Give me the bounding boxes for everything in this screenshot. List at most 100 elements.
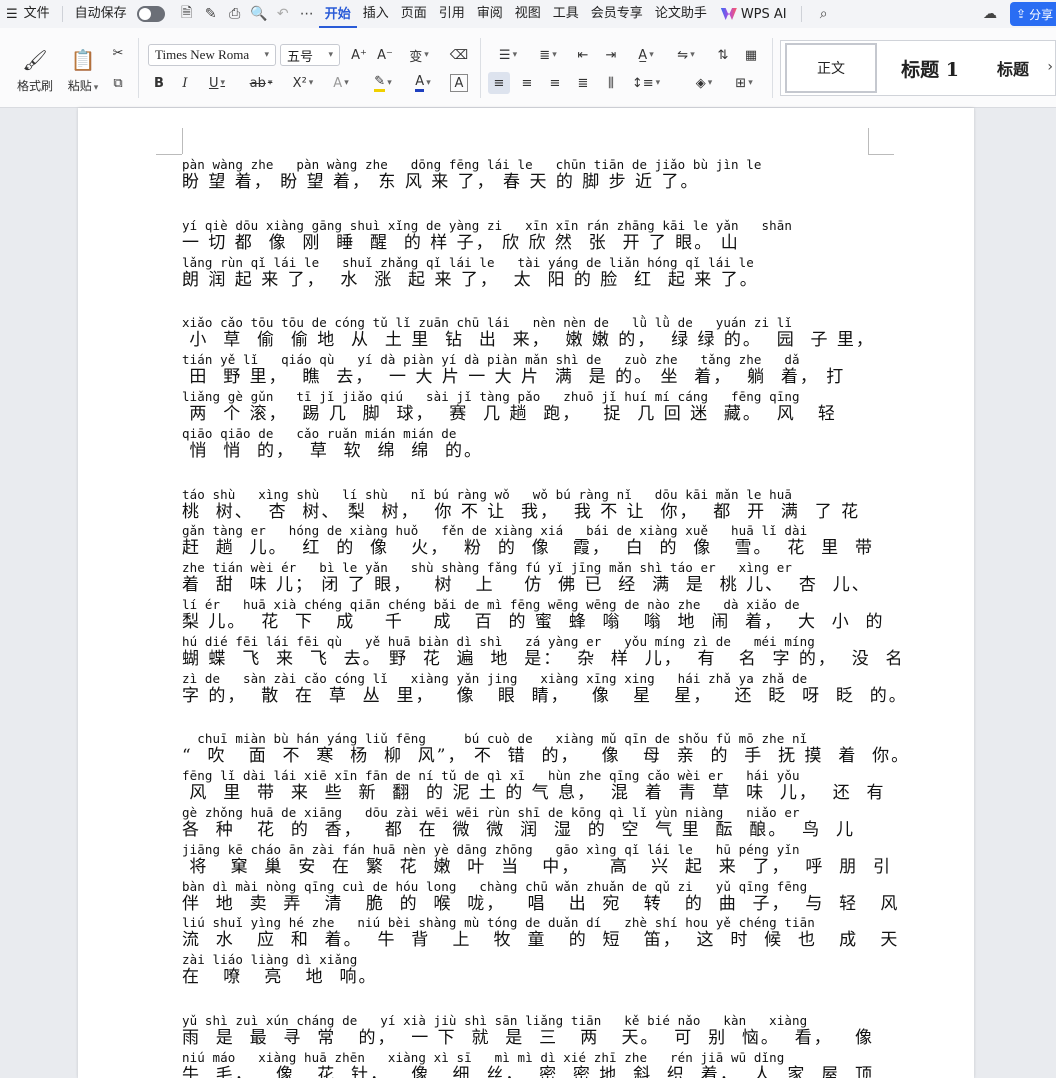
text-line[interactable]: gè zhǒng huā de xiāng dōu zài wēi wēi rù… bbox=[182, 804, 902, 841]
autosave-toggle[interactable] bbox=[136, 6, 165, 22]
text-direction-icon[interactable]: A̲ ▾ bbox=[630, 44, 662, 66]
text-line[interactable]: tián yě lǐ qiáo qù yí dà piàn yí dà piàn… bbox=[182, 351, 902, 388]
text-effect-icon[interactable]: A ▾ bbox=[326, 72, 356, 94]
menu-icon[interactable]: ☰ bbox=[6, 7, 18, 22]
justify-icon[interactable]: ≣ bbox=[572, 72, 594, 94]
tab-page[interactable]: 页面 bbox=[395, 0, 433, 28]
italic-icon[interactable]: I bbox=[174, 72, 196, 94]
text-line[interactable]: liú shuǐ yìng hé zhe niú bèi shàng mù tó… bbox=[182, 914, 902, 951]
tab-insert[interactable]: 插入 bbox=[357, 0, 395, 28]
pinyin-text: zài liáo liàng dì xiǎng bbox=[182, 952, 358, 968]
text-line[interactable]: yǔ shì zuì xún cháng de yí xià jiù shì s… bbox=[182, 1012, 902, 1049]
text-line[interactable]: pàn wàng zhe pàn wàng zhe dōng fēng lái … bbox=[182, 156, 902, 193]
text-line[interactable]: liǎng gè gǔn tī jǐ jiǎo qiú sài jǐ tàng … bbox=[182, 388, 902, 425]
decrease-font-icon[interactable]: A⁻ bbox=[374, 44, 396, 66]
tab-home[interactable]: 开始 bbox=[318, 2, 357, 28]
clear-format-icon[interactable]: ⌫ bbox=[448, 44, 470, 66]
share-button[interactable]: ⇪ 分享 bbox=[1010, 2, 1056, 26]
paragraph[interactable]: yí qiè dōu xiàng gāng shuì xǐng de yàng … bbox=[182, 217, 902, 291]
pinyin-text: liǎng gè gǔn tī jǐ jiǎo qiú sài jǐ tàng … bbox=[182, 388, 800, 404]
decrease-indent-icon[interactable]: ⇤ bbox=[572, 44, 594, 66]
text-line[interactable]: xiǎo cǎo tōu tōu de cóng tǔ lǐ zuān chū … bbox=[182, 314, 902, 351]
text-line[interactable]: lǎng rùn qǐ lái le shuǐ zhǎng qǐ lái le … bbox=[182, 254, 902, 291]
align-left-icon[interactable]: ≡ bbox=[488, 72, 510, 94]
cut-icon[interactable]: ✂ bbox=[107, 42, 129, 64]
style-heading1[interactable]: 标题 1 bbox=[877, 43, 983, 93]
paragraph[interactable]: yǔ shì zuì xún cháng de yí xià jiù shì s… bbox=[182, 1012, 902, 1078]
cloud-icon[interactable]: ☁ bbox=[978, 0, 1002, 28]
text-line[interactable]: zài liáo liàng dì xiǎng 在 嘹 亮 地 响。 bbox=[182, 951, 902, 988]
paragraph[interactable]: pàn wàng zhe pàn wàng zhe dōng fēng lái … bbox=[182, 156, 902, 193]
paragraph[interactable]: chuī miàn bù hán yáng liǔ fēng bú cuò de… bbox=[182, 730, 908, 988]
wps-ai-button[interactable]: WPS AI bbox=[713, 7, 795, 22]
text-line[interactable]: jiāng kē cháo ān zài fán huā nèn yè dāng… bbox=[182, 841, 902, 878]
text-line[interactable]: niú máo xiàng huā zhēn xiàng xì sī mì mì… bbox=[182, 1049, 902, 1078]
font-name-select[interactable]: Times New Roma ▾ bbox=[148, 44, 276, 66]
pinyin-text: zhe tián wèi ér bì le yǎn shù shàng fǎng… bbox=[182, 560, 793, 576]
text-line[interactable]: zhe tián wèi ér bì le yǎn shù shàng fǎng… bbox=[182, 559, 902, 596]
font-name-value: Times New Roma bbox=[155, 47, 250, 62]
sort-icon[interactable]: ⇅ bbox=[712, 44, 734, 66]
borders-icon[interactable]: ⊞ ▾ bbox=[728, 72, 760, 94]
print-preview-icon[interactable]: 🔍 bbox=[247, 0, 271, 28]
style-normal[interactable]: 正文 bbox=[785, 43, 877, 93]
style-heading[interactable]: 标题 bbox=[983, 43, 1043, 93]
text-line[interactable]: lí ér huā xià chéng qiān chéng bǎi de mì… bbox=[182, 596, 902, 633]
line-spacing-icon[interactable]: ↕≡ ▾ bbox=[630, 72, 662, 94]
tab-references[interactable]: 引用 bbox=[433, 0, 471, 28]
more-icon[interactable]: ⋯ bbox=[295, 0, 319, 28]
search-icon[interactable]: ⌕ bbox=[812, 0, 836, 28]
font-size-select[interactable]: 五号 ▾ bbox=[280, 44, 340, 66]
pinyin-text: lǎng rùn qǐ lái le shuǐ zhǎng qǐ lái le … bbox=[182, 254, 754, 270]
text-line[interactable]: yí qiè dōu xiàng gāng shuì xǐng de yàng … bbox=[182, 217, 902, 254]
text-line[interactable]: chuī miàn bù hán yáng liǔ fēng bú cuò de… bbox=[182, 730, 908, 767]
brush-icon[interactable]: ✎ bbox=[199, 0, 223, 28]
shading-icon[interactable]: ◈ ▾ bbox=[688, 72, 720, 94]
paste-button[interactable]: 📋 粘贴 ▾ bbox=[60, 36, 106, 100]
document-body[interactable]: pàn wàng zhe pàn wàng zhe dōng fēng lái … bbox=[182, 156, 908, 1078]
align-right-icon[interactable]: ≡ bbox=[544, 72, 566, 94]
tab-tools[interactable]: 工具 bbox=[547, 0, 585, 28]
text-line[interactable]: qiāo qiāo de cǎo ruǎn mián mián de 悄 悄 的… bbox=[182, 425, 902, 462]
tab-paper-assistant[interactable]: 论文助手 bbox=[649, 0, 713, 28]
superscript-icon[interactable]: X² ▾ bbox=[286, 72, 320, 94]
char-border-icon[interactable]: A bbox=[450, 74, 468, 92]
pinyin-text: gè zhǒng huā de xiāng dōu zài wēi wēi rù… bbox=[182, 804, 800, 820]
text-line[interactable]: táo shù xìng shù lí shù nǐ bú ràng wǒ wǒ… bbox=[182, 486, 902, 523]
increase-font-icon[interactable]: A⁺ bbox=[348, 44, 370, 66]
format-painter-button[interactable]: 🖌 格式刷 bbox=[12, 36, 58, 100]
chevron-right-icon[interactable]: › bbox=[1047, 59, 1053, 75]
undo-icon[interactable]: ↶ bbox=[271, 0, 295, 28]
paragraph[interactable]: xiǎo cǎo tōu tōu de cóng tǔ lǐ zuān chū … bbox=[182, 314, 902, 461]
bullet-list-icon[interactable]: ☰ ▾ bbox=[492, 44, 524, 66]
text-line[interactable]: fēng lǐ dài lái xiē xīn fān de ní tǔ de … bbox=[182, 767, 902, 804]
para-spacing-icon[interactable]: ⇋ ▾ bbox=[670, 44, 702, 66]
font-color-icon[interactable]: A ▾ bbox=[406, 72, 440, 94]
save-icon[interactable]: 🗎 bbox=[175, 0, 199, 28]
tab-review[interactable]: 审阅 bbox=[471, 0, 509, 28]
text-line[interactable]: bàn dì mài nòng qīng cuì de hóu long chà… bbox=[182, 878, 902, 915]
tab-view[interactable]: 视图 bbox=[509, 0, 547, 28]
ribbon-toolbar: 🖌 格式刷 📋 粘贴 ▾ ✂ ⧉ Times New Roma ▾ 五号 ▾ A⁺ A… bbox=[0, 28, 1056, 108]
copy-icon[interactable]: ⧉ bbox=[107, 72, 129, 94]
text-line[interactable]: zì de sàn zài cǎo cóng lǐ xiàng yǎn jing… bbox=[182, 670, 906, 707]
wps-ai-logo-icon bbox=[720, 8, 737, 20]
highlight-icon[interactable]: ✎ ▾ bbox=[366, 72, 400, 94]
show-marks-icon[interactable]: ▦ bbox=[740, 44, 762, 66]
phonetic-guide-icon[interactable]: 变 ▾ bbox=[404, 44, 434, 66]
distributed-icon[interactable]: ⫼ bbox=[600, 72, 622, 94]
document-page[interactable]: pàn wàng zhe pàn wàng zhe dōng fēng lái … bbox=[78, 108, 974, 1078]
text-line[interactable]: gǎn tàng er hóng de xiàng huǒ fěn de xià… bbox=[182, 522, 902, 559]
underline-icon[interactable]: U ▾ bbox=[202, 72, 232, 94]
tab-member[interactable]: 会员专享 bbox=[585, 0, 649, 28]
text-line[interactable]: hú dié fēi lái fēi qù yě huā biàn dì shì… bbox=[182, 633, 903, 670]
align-center-icon[interactable]: ≡ bbox=[516, 72, 538, 94]
numbered-list-icon[interactable]: ≣ ▾ bbox=[532, 44, 564, 66]
paragraph[interactable]: táo shù xìng shù lí shù nǐ bú ràng wǒ wǒ… bbox=[182, 486, 906, 707]
print-icon[interactable]: ⎙ bbox=[223, 0, 247, 28]
strikethrough-icon[interactable]: ab ▾ bbox=[246, 72, 276, 94]
menu-file[interactable]: 文件 bbox=[18, 0, 56, 28]
increase-indent-icon[interactable]: ⇥ bbox=[600, 44, 622, 66]
bold-icon[interactable]: B bbox=[148, 72, 170, 94]
chinese-text: 盼 望 着， 盼 望 着， 东 风 来 了， 春 天 的 脚 步 近 了。 bbox=[182, 172, 700, 192]
